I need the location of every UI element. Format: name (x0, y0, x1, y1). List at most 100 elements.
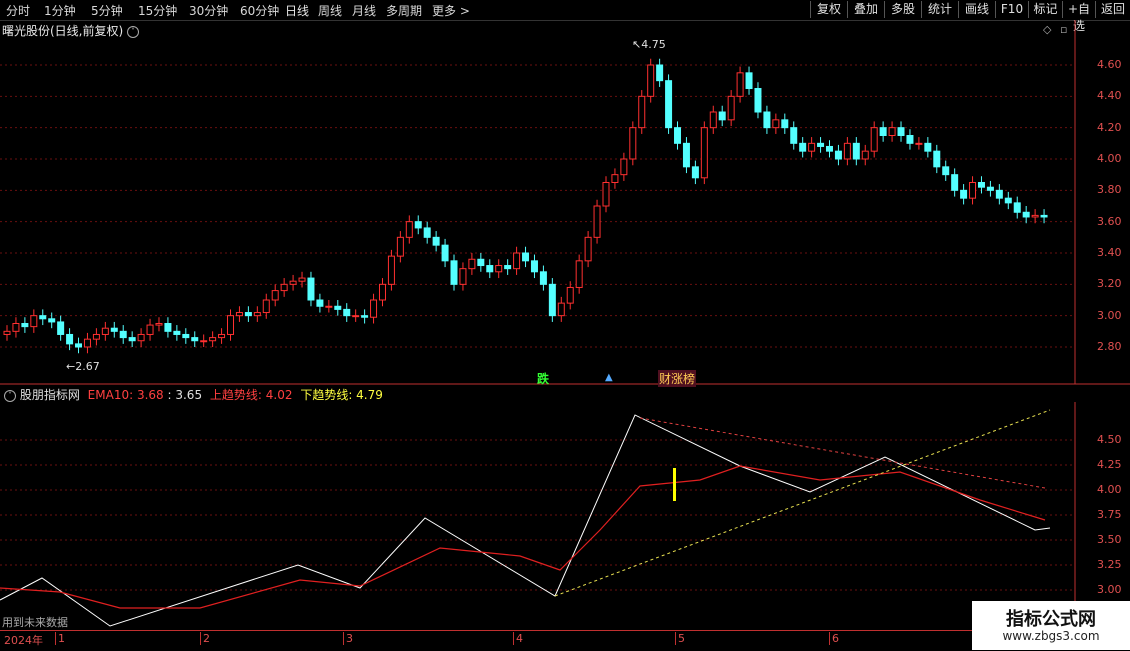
price-tick-label: 3.20 (1097, 277, 1122, 291)
candle-body (745, 72, 753, 90)
candle-body (763, 111, 771, 129)
candle-body (3, 330, 11, 335)
candle-body (209, 337, 217, 342)
candle-body (119, 330, 127, 339)
candle-body (629, 127, 637, 160)
watermark-url: www.zbgs3.com (1002, 629, 1100, 643)
candle-body (307, 277, 315, 301)
zhangbang-prefix: 财 (659, 372, 672, 386)
candle-body (709, 111, 717, 129)
candle-body (799, 142, 807, 152)
candle-body (316, 299, 324, 307)
candle-body (128, 337, 136, 342)
indicator-tick-label: 3.50 (1097, 533, 1122, 546)
candle-body (611, 174, 619, 184)
candle-body (682, 142, 690, 168)
die-marker[interactable]: 跌 (537, 370, 549, 387)
candle-body (298, 277, 306, 282)
candle-body (468, 258, 476, 270)
indicator-tick-label: 4.50 (1097, 433, 1122, 446)
sep-value: : 3.65 (167, 388, 203, 402)
candle-body (557, 302, 565, 317)
up-arrow-marker-icon[interactable]: ▲ (605, 372, 613, 383)
candle-body (852, 142, 860, 160)
candle-body (986, 186, 994, 191)
candle-body (218, 333, 226, 339)
candle-body (861, 150, 869, 160)
month-label: 4 (513, 632, 523, 645)
candle-body (700, 127, 708, 179)
candle-body (432, 236, 440, 246)
candle-body (423, 227, 431, 238)
candle-body (995, 189, 1003, 199)
candle-body (870, 127, 878, 152)
ema-value: EMA10: 3.68 (87, 388, 164, 402)
lower-grid (0, 439, 1075, 591)
candle-body (48, 318, 56, 323)
month-label: 5 (675, 632, 685, 645)
candle-body (396, 236, 404, 257)
price-tick-label: 2.80 (1097, 340, 1122, 353)
down-trend-value: 下趋势线: 4.79 (300, 388, 383, 402)
arrow-left-icon: ↖ (632, 38, 642, 51)
price-tick-label: 3.60 (1097, 214, 1122, 228)
indicator-tick-label: 3.25 (1097, 558, 1122, 571)
candle-body (656, 64, 664, 82)
price-tick-label: 4.20 (1097, 120, 1122, 134)
indicator-tick-label: 3.00 (1097, 583, 1122, 596)
candle-body (459, 268, 467, 285)
year-label: 2024年 (4, 634, 43, 647)
candle-body (325, 305, 333, 308)
candle-body (736, 72, 744, 97)
arrow-left-icon: ← (66, 360, 76, 373)
candle-body (110, 327, 118, 332)
candle-body (75, 343, 83, 348)
candle-body (915, 142, 923, 145)
candle-body (781, 119, 789, 129)
candle-body (906, 135, 914, 144)
candle-body (441, 244, 449, 262)
candle-body (200, 340, 208, 343)
candle-body (21, 323, 29, 328)
candle-body (414, 221, 422, 229)
candle-body (593, 205, 601, 238)
ema-line (0, 465, 1046, 609)
candle-body (92, 333, 100, 340)
candle-body (387, 255, 395, 285)
price-tick-label: 3.00 (1097, 308, 1122, 322)
candle-body (227, 315, 235, 335)
candle-body (173, 330, 181, 335)
candle-body (808, 142, 816, 152)
candle-body (361, 315, 369, 318)
chart-canvas (0, 20, 1130, 630)
zhangbang-marker[interactable]: 财涨榜 (658, 370, 697, 387)
candle-body (602, 182, 610, 207)
candle-body (280, 283, 288, 292)
indicator-header: ˅ 股朋指标网 EMA10: 3.68 : 3.65 上趋势线: 4.02 下趋… (0, 386, 383, 402)
candle-body (727, 95, 735, 121)
candle-body (450, 260, 458, 285)
zhangbang-label: 涨榜 (671, 372, 696, 386)
future-data-note: 用到未来数据 (2, 616, 68, 629)
candle-body (647, 64, 655, 97)
candle-body (244, 312, 252, 317)
candle-body (271, 290, 279, 301)
indicator-tick-label: 3.75 (1097, 508, 1122, 521)
candle-body (620, 158, 628, 176)
upper-grid (0, 64, 1075, 348)
candle-body (977, 182, 985, 188)
candle-body (504, 265, 512, 270)
indicator-name[interactable]: 股朋指标网 (20, 388, 80, 402)
candle-body (548, 283, 556, 317)
candle-body (378, 283, 386, 301)
candle-body (879, 127, 887, 136)
candle-body (718, 111, 726, 121)
candle-body (638, 95, 646, 129)
chevron-down-icon[interactable]: ˅ (4, 389, 16, 402)
month-label: 6 (829, 632, 839, 645)
candle-body (191, 337, 199, 342)
candle-body (513, 252, 521, 270)
month-label: 1 (55, 632, 65, 645)
low-annotation: ←2.67 (66, 360, 100, 373)
candle-body (83, 338, 91, 348)
